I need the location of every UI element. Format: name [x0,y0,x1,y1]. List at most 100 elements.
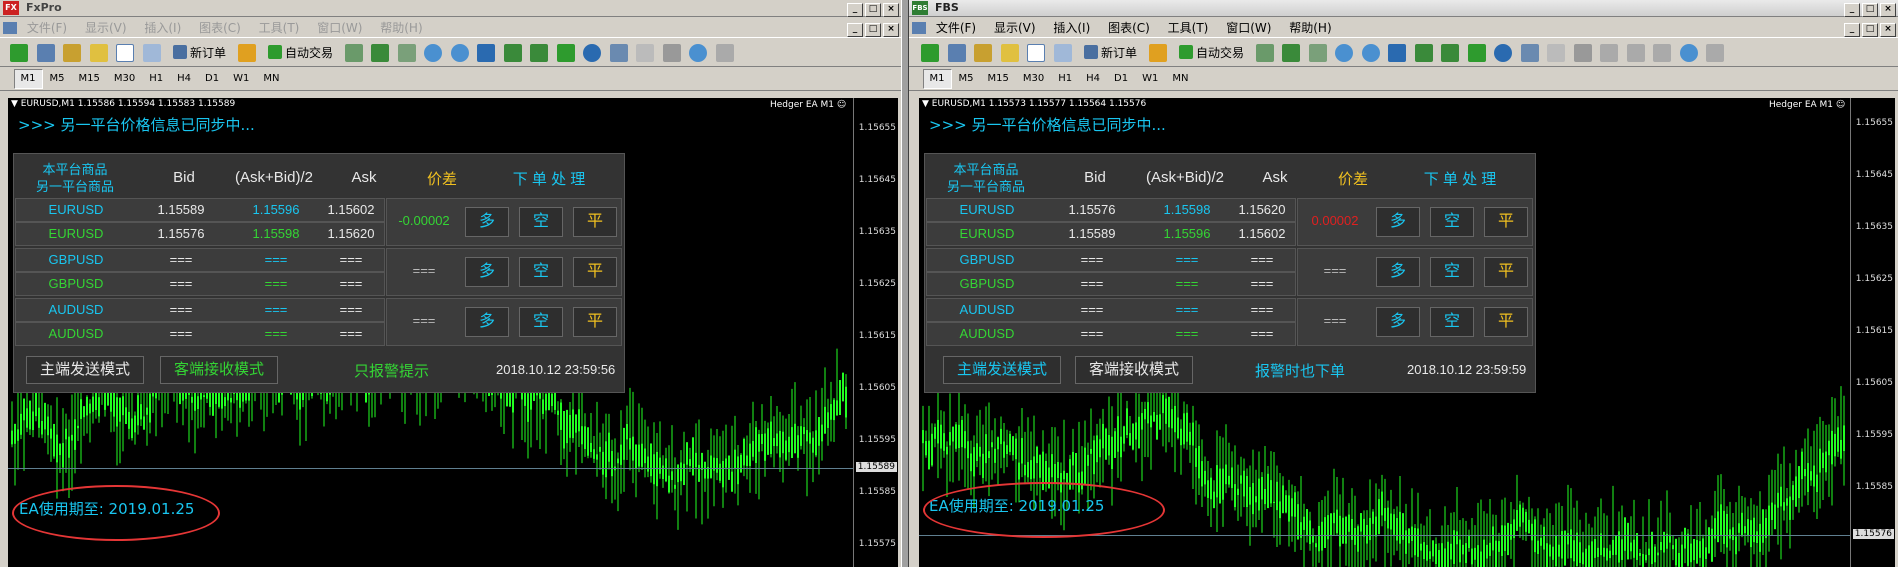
periods-icon[interactable] [1494,44,1513,62]
line-chart-icon[interactable] [397,44,416,62]
candlestick-icon[interactable] [371,44,390,62]
auto-trading-button[interactable]: 自动交易 [264,44,337,62]
menu-file[interactable]: 文件(F) [22,17,72,36]
timeframe-m15[interactable]: M15 [72,69,107,89]
send-mode-button[interactable]: 主端发送模式 [943,356,1061,384]
menu-view[interactable]: 显示(V) [80,17,132,36]
tile-windows-icon[interactable] [1388,44,1407,62]
chart-shift-icon[interactable] [503,44,522,62]
templates-icon[interactable] [1520,44,1539,62]
menu-file[interactable]: 文件(F) [931,17,981,36]
long-button[interactable]: 多 [1376,307,1420,337]
close-position-button[interactable]: 平 [573,307,617,337]
timeframe-m5[interactable]: M5 [952,69,981,89]
price-chart[interactable]: ▼ EURUSD,M1 1.15573 1.15577 1.15564 1.15… [919,98,1895,567]
search-icon[interactable] [689,44,708,62]
close-position-button[interactable]: 平 [573,207,617,237]
navigator-icon[interactable] [116,44,134,62]
restore-icon[interactable]: □ [865,23,881,37]
periods-icon[interactable] [583,44,602,62]
timeframe-h4[interactable]: H4 [1079,69,1107,89]
bar-chart-icon[interactable] [344,44,363,62]
cursor-icon[interactable] [636,44,655,62]
profiles-icon[interactable] [36,44,55,62]
close-icon[interactable]: × [1880,3,1896,17]
zoom-out-icon[interactable] [1361,44,1380,62]
long-button[interactable]: 多 [1376,207,1420,237]
timeframe-h1[interactable]: H1 [1051,69,1079,89]
chat-icon[interactable] [1706,44,1725,62]
line-chart-icon[interactable] [1308,44,1327,62]
indicators-icon[interactable] [1467,44,1486,62]
chat-icon[interactable] [715,44,734,62]
long-button[interactable]: 多 [465,207,509,237]
menu-window[interactable]: 窗口(W) [1221,17,1276,36]
templates-icon[interactable] [609,44,628,62]
menu-window[interactable]: 窗口(W) [312,17,367,36]
menu-help[interactable]: 帮助(H) [375,17,427,36]
chart-shift-icon[interactable] [1414,44,1433,62]
zoom-in-icon[interactable] [1335,44,1354,62]
minimize-icon[interactable]: _ [847,23,863,37]
close-icon[interactable]: × [1880,23,1896,37]
timeframe-w1[interactable]: W1 [226,69,256,89]
new-chart-icon[interactable] [10,44,28,62]
timeframe-w1[interactable]: W1 [1135,69,1165,89]
long-button[interactable]: 多 [465,257,509,287]
timeframe-mn[interactable]: MN [1165,69,1195,89]
minimize-icon[interactable]: _ [1844,3,1860,17]
send-mode-button[interactable]: 主端发送模式 [26,356,144,384]
bar-chart-icon[interactable] [1255,44,1274,62]
navigator-icon[interactable] [1027,44,1045,62]
data-window-icon[interactable] [89,44,108,62]
crosshair-icon[interactable] [1573,44,1592,62]
candlestick-icon[interactable] [1282,44,1301,62]
zoom-out-icon[interactable] [450,44,469,62]
zoom-in-icon[interactable] [424,44,443,62]
minimize-icon[interactable]: _ [1844,23,1860,37]
menu-tools[interactable]: 工具(T) [1163,17,1214,36]
title-bar[interactable]: FX FxPro _ □ × [0,0,901,17]
close-icon[interactable]: × [883,3,899,17]
vertical-line-icon[interactable] [1600,44,1619,62]
market-watch-icon[interactable] [63,44,81,62]
timeframe-m5[interactable]: M5 [43,69,72,89]
minimize-icon[interactable]: _ [847,3,863,17]
profiles-icon[interactable] [947,44,966,62]
window-splitter[interactable] [901,0,909,567]
trendline-icon[interactable] [1653,44,1672,62]
close-position-button[interactable]: 平 [1484,257,1528,287]
short-button[interactable]: 空 [519,257,563,287]
new-chart-icon[interactable] [921,44,939,62]
menu-charts[interactable]: 图表(C) [1103,17,1155,36]
short-button[interactable]: 空 [1430,307,1474,337]
horizontal-line-icon[interactable] [1626,44,1645,62]
receive-mode-button[interactable]: 客端接收模式 [160,356,278,384]
maximize-icon[interactable]: □ [865,3,881,17]
menu-charts[interactable]: 图表(C) [194,17,246,36]
timeframe-m15[interactable]: M15 [981,69,1016,89]
crosshair-icon[interactable] [662,44,681,62]
menu-tools[interactable]: 工具(T) [254,17,305,36]
restore-icon[interactable]: □ [1862,23,1878,37]
menu-help[interactable]: 帮助(H) [1284,17,1336,36]
timeframe-h1[interactable]: H1 [142,69,170,89]
timeframe-h4[interactable]: H4 [170,69,198,89]
timeframe-m1[interactable]: M1 [13,69,43,89]
short-button[interactable]: 空 [1430,257,1474,287]
receive-mode-button[interactable]: 客端接收模式 [1075,356,1193,384]
long-button[interactable]: 多 [465,307,509,337]
close-position-button[interactable]: 平 [573,257,617,287]
terminal-icon[interactable] [1053,44,1072,62]
timeframe-m30[interactable]: M30 [1016,69,1051,89]
data-window-icon[interactable] [1000,44,1019,62]
close-position-button[interactable]: 平 [1484,207,1528,237]
new-order-button[interactable]: 新订单 [169,44,230,62]
timeframe-mn[interactable]: MN [256,69,286,89]
timeframe-d1[interactable]: D1 [1107,69,1135,89]
indicators-icon[interactable] [556,44,575,62]
close-icon[interactable]: × [883,23,899,37]
maximize-icon[interactable]: □ [1862,3,1878,17]
metaeditor-icon[interactable] [1148,44,1167,62]
terminal-icon[interactable] [142,44,161,62]
